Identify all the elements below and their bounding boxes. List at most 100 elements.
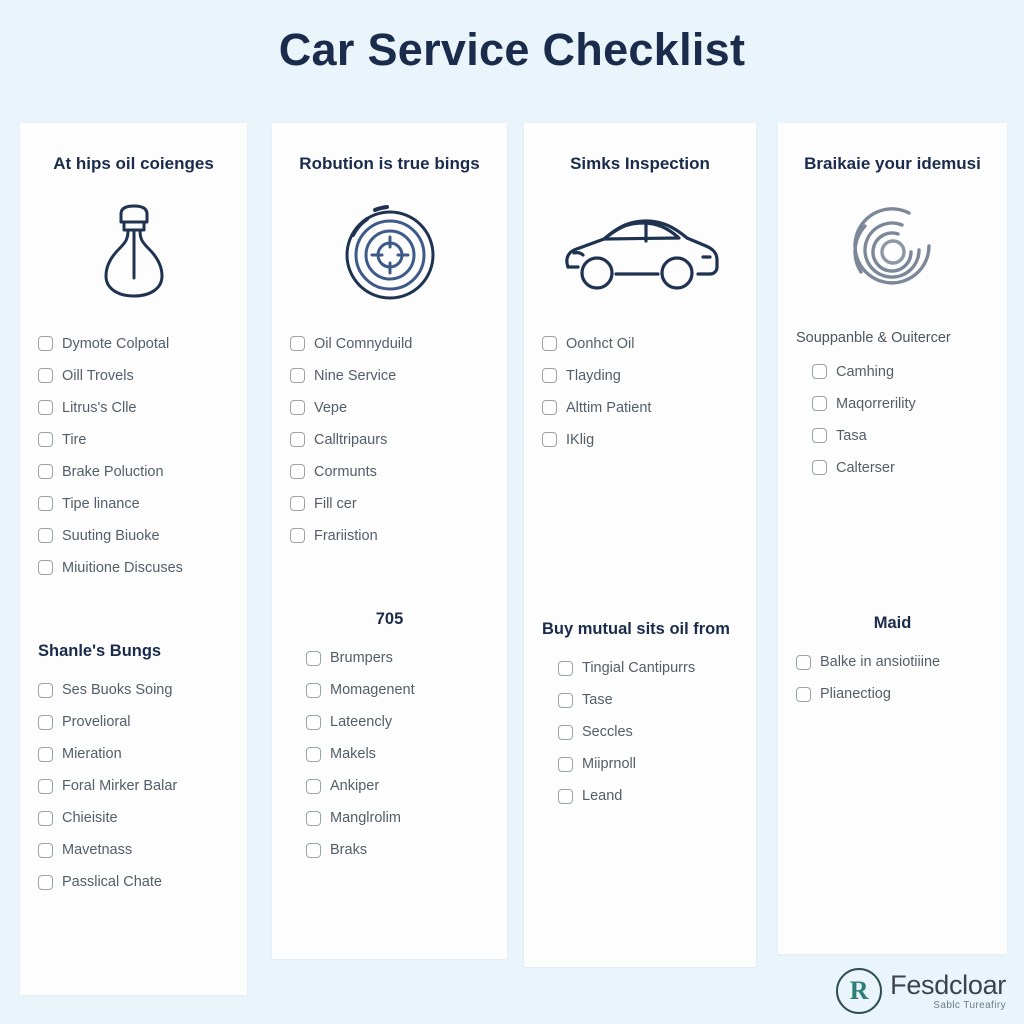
list-item[interactable]: Passlical Chate	[38, 866, 229, 898]
list-item[interactable]: Calltripaurs	[290, 424, 489, 456]
checkbox-icon[interactable]	[306, 842, 321, 858]
list-item[interactable]: Makels	[306, 738, 489, 770]
list-item[interactable]: Ses Buoks Soing	[38, 674, 229, 706]
list-item[interactable]: Ankiper	[306, 770, 489, 802]
list-item[interactable]: Mavetnass	[38, 834, 229, 866]
checkbox-icon[interactable]	[542, 400, 557, 416]
list-item[interactable]: Maqorrerility	[812, 388, 989, 420]
list-item[interactable]: Vepe	[290, 392, 489, 424]
checkbox-icon[interactable]	[542, 432, 557, 448]
checkbox-icon[interactable]	[290, 400, 305, 416]
list-item[interactable]: Oonhct Oil	[542, 328, 738, 360]
checkbox-icon[interactable]	[558, 756, 573, 772]
checklist-card-4: Braikaie your idemusi Souppanble & Ouite…	[778, 123, 1007, 954]
checkbox-icon[interactable]	[38, 714, 53, 730]
checkbox-icon[interactable]	[542, 336, 557, 352]
list-item[interactable]: Camhing	[812, 356, 989, 388]
list-item[interactable]: Oil Comnyduild	[290, 328, 489, 360]
card-2-list-2: Brumpers Momagenent Lateencly Makels Ank…	[290, 642, 489, 866]
checkbox-icon[interactable]	[306, 714, 321, 730]
checkbox-icon[interactable]	[38, 842, 53, 858]
list-item[interactable]: Provelioral	[38, 706, 229, 738]
list-item[interactable]: Momagenent	[306, 674, 489, 706]
list-item[interactable]: Alttim Patient	[542, 392, 738, 424]
checkbox-icon[interactable]	[558, 788, 573, 804]
list-item[interactable]: Tire	[38, 424, 229, 456]
list-item-label: Balke in ansiotiiine	[820, 654, 941, 671]
list-item-label: Litrus's Clle	[62, 399, 137, 416]
checkbox-icon[interactable]	[290, 496, 305, 512]
checkbox-icon[interactable]	[796, 654, 811, 670]
checkbox-icon[interactable]	[306, 746, 321, 762]
checkbox-icon[interactable]	[290, 528, 305, 544]
list-item[interactable]: Litrus's Clle	[38, 392, 229, 424]
list-item[interactable]: Brumpers	[306, 642, 489, 674]
checkbox-icon[interactable]	[812, 428, 827, 444]
checkbox-icon[interactable]	[306, 650, 321, 666]
list-item[interactable]: Tasa	[812, 420, 989, 452]
list-item[interactable]: Seccles	[558, 716, 738, 748]
checkbox-icon[interactable]	[38, 874, 53, 890]
list-item[interactable]: Frariistion	[290, 520, 489, 552]
list-item[interactable]: Tase	[558, 684, 738, 716]
checkbox-icon[interactable]	[38, 400, 53, 416]
checkbox-icon[interactable]	[38, 336, 53, 352]
card-1-section-1: Dymote Colpotal Oill Trovels Litrus's Cl…	[20, 328, 247, 584]
card-4-list-1: Camhing Maqorrerility Tasa Calterser	[796, 356, 989, 484]
checkbox-icon[interactable]	[812, 460, 827, 476]
checkbox-icon[interactable]	[542, 368, 557, 384]
card-1-section-2: Shanle's Bungs Ses Buoks Soing Provelior…	[20, 640, 247, 898]
checkbox-icon[interactable]	[38, 778, 53, 794]
list-item[interactable]: Chieisite	[38, 802, 229, 834]
checkbox-icon[interactable]	[38, 560, 53, 576]
checkbox-icon[interactable]	[290, 432, 305, 448]
list-item[interactable]: Manglrolim	[306, 802, 489, 834]
checkbox-icon[interactable]	[290, 336, 305, 352]
list-item[interactable]: Mieration	[38, 738, 229, 770]
checkbox-icon[interactable]	[38, 432, 53, 448]
checkbox-icon[interactable]	[38, 464, 53, 480]
checkbox-icon[interactable]	[796, 686, 811, 702]
list-item[interactable]: Lateencly	[306, 706, 489, 738]
checkbox-icon[interactable]	[306, 810, 321, 826]
checkbox-icon[interactable]	[38, 528, 53, 544]
list-item[interactable]: Dymote Colpotal	[38, 328, 229, 360]
list-item-label: Mieration	[62, 746, 122, 763]
list-item[interactable]: Tipe linance	[38, 488, 229, 520]
checkbox-icon[interactable]	[38, 496, 53, 512]
list-item[interactable]: Calterser	[812, 452, 989, 484]
list-item[interactable]: Foral Mirker Balar	[38, 770, 229, 802]
list-item[interactable]: Balke in ansiotiiine	[796, 646, 989, 678]
checkbox-icon[interactable]	[290, 464, 305, 480]
checkbox-icon[interactable]	[38, 368, 53, 384]
checkbox-icon[interactable]	[306, 682, 321, 698]
list-item[interactable]: Plianectiog	[796, 678, 989, 710]
list-item[interactable]: Suuting Biuoke	[38, 520, 229, 552]
checkbox-icon[interactable]	[38, 746, 53, 762]
card-3-list-1: Oonhct Oil Tlayding Alttim Patient IKlig	[542, 328, 738, 456]
list-item[interactable]: Oill Trovels	[38, 360, 229, 392]
list-item[interactable]: Nine Service	[290, 360, 489, 392]
checkbox-icon[interactable]	[290, 368, 305, 384]
list-item[interactable]: Brake Poluction	[38, 456, 229, 488]
list-item[interactable]: Tingial Cantipurrs	[558, 652, 738, 684]
checkbox-icon[interactable]	[558, 692, 573, 708]
checkbox-icon[interactable]	[38, 682, 53, 698]
list-item[interactable]: Cormunts	[290, 456, 489, 488]
list-item[interactable]: Leand	[558, 780, 738, 812]
list-item-label: Leand	[582, 788, 623, 805]
list-item-label: Momagenent	[330, 682, 415, 699]
checkbox-icon[interactable]	[306, 778, 321, 794]
list-item-label: Oill Trovels	[62, 367, 134, 384]
list-item[interactable]: Tlayding	[542, 360, 738, 392]
checkbox-icon[interactable]	[558, 724, 573, 740]
list-item[interactable]: IKlig	[542, 424, 738, 456]
checkbox-icon[interactable]	[558, 660, 573, 676]
list-item[interactable]: Miuitione Discuses	[38, 552, 229, 584]
checkbox-icon[interactable]	[812, 396, 827, 412]
checkbox-icon[interactable]	[812, 364, 827, 380]
checkbox-icon[interactable]	[38, 810, 53, 826]
list-item[interactable]: Miiprnoll	[558, 748, 738, 780]
list-item[interactable]: Braks	[306, 834, 489, 866]
list-item[interactable]: Fill cer	[290, 488, 489, 520]
